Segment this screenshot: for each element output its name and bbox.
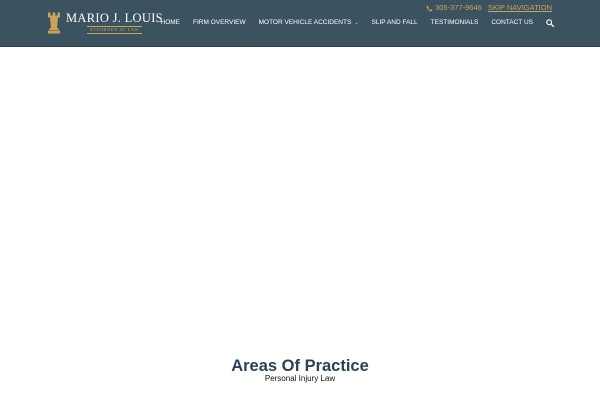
site-logo[interactable]: MARIO J. LOUIS ATTORNEY AT LAW (47, 12, 163, 34)
nav-item-motor-vehicle-accidents[interactable]: MOTOR VEHICLE ACCIDENTS ⌄ (259, 17, 359, 29)
section-subtitle: Personal Injury Law (264, 374, 336, 383)
phone-number: 305-377-9646 (435, 3, 482, 12)
section-title: Areas Of Practice (231, 357, 369, 375)
nav-item-home[interactable]: HOME (161, 17, 181, 29)
logo-tagline: ATTORNEY AT LAW (86, 26, 143, 34)
search-icon[interactable] (546, 19, 554, 27)
chevron-down-icon: ⌄ (354, 20, 359, 26)
phone-link[interactable]: 305-377-9646 (426, 3, 482, 13)
chess-rook-icon (48, 12, 60, 34)
nav-item-label: MOTOR VEHICLE ACCIDENTS (258, 19, 352, 26)
nav-item-slip-and-fall[interactable]: SLIP AND FALL (372, 17, 418, 29)
main-nav: HOME FIRM OVERVIEW MOTOR VEHICLE ACCIDEN… (161, 17, 555, 29)
header-divider (0, 46, 600, 47)
nav-item-testimonials[interactable]: TESTIMONIALS (431, 17, 479, 29)
nav-item-contact-us[interactable]: CONTACT US (491, 17, 533, 29)
nav-item-firm-overview[interactable]: FIRM OVERVIEW (193, 17, 246, 29)
site-header: MARIO J. LOUIS ATTORNEY AT LAW 305-377-9… (0, 0, 600, 46)
skip-navigation-link[interactable]: SKIP NAVIGATION (488, 3, 552, 13)
top-utility-bar: 305-377-9646 SKIP NAVIGATION (426, 3, 552, 13)
logo-name: MARIO J. LOUIS (66, 11, 163, 25)
phone-icon (426, 5, 433, 11)
